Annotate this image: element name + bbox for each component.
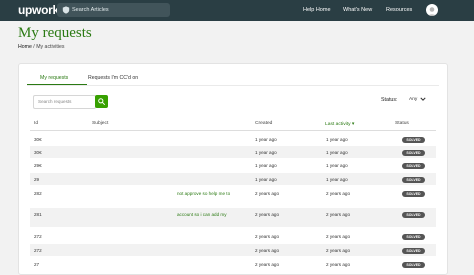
user-avatar-icon [427, 7, 437, 16]
request-created: 2 years ago [255, 234, 280, 239]
request-last-activity: 1 year ago [326, 177, 348, 182]
nav-help-home[interactable]: Help Home [303, 7, 331, 13]
table-row[interactable]: 282 not approve so help me to 2 years ago 2… [30, 187, 436, 206]
status-badge: SOLVED [402, 212, 425, 218]
request-id: 282 [34, 191, 42, 196]
table-row[interactable]: 30€ 1 year ago 1 year ago SOLVED [30, 133, 436, 145]
tab-my-requests[interactable]: My requests [40, 75, 68, 81]
breadcrumb: Home / My activities [18, 44, 64, 50]
nav-resources[interactable]: Resources [386, 7, 412, 13]
request-id: 29 [34, 177, 40, 182]
status-badge: SOLVED [402, 177, 425, 183]
request-created: 2 years ago [255, 191, 280, 196]
table-header-divider [30, 130, 436, 131]
column-header-last-activity[interactable]: Last activity ▾ [325, 121, 354, 127]
request-subject-link[interactable]: not approve so help me to [177, 191, 230, 196]
requests-card: My requests Requests I'm CC'd on Search … [18, 63, 448, 275]
search-requests-button[interactable] [95, 95, 108, 108]
request-last-activity: 2 years ago [326, 212, 351, 217]
request-last-activity: 1 year ago [326, 163, 348, 168]
chevron-down-icon [420, 97, 426, 101]
article-search[interactable]: Search Articles [57, 3, 170, 17]
request-created: 1 year ago [255, 177, 277, 182]
status-filter-value: Any [409, 97, 418, 102]
status-badge: SOLVED [402, 137, 425, 143]
request-id: 30€ [34, 137, 42, 142]
breadcrumb-home[interactable]: Home [18, 44, 32, 50]
search-requests-placeholder: Search requests [38, 99, 72, 104]
request-last-activity: 2 years ago [326, 234, 351, 239]
status-badge: SOLVED [402, 248, 425, 254]
top-nav-bar: upwork Search Articles Help Home What's … [0, 0, 474, 21]
request-created: 2 years ago [255, 212, 280, 217]
request-created: 1 year ago [255, 163, 277, 168]
page-title: My requests [18, 25, 92, 41]
table-row[interactable]: 27 2 years ago 2 years ago SOLVED [30, 258, 436, 270]
request-id: 281 [34, 212, 42, 217]
request-last-activity: 1 year ago [326, 137, 348, 142]
breadcrumb-current: My activities [36, 44, 65, 50]
upwork-logo[interactable]: upwork [18, 3, 59, 17]
request-created: 1 year ago [255, 150, 277, 155]
shield-search-icon [62, 6, 70, 14]
breadcrumb-separator: / [33, 44, 35, 50]
request-id: 272 [34, 248, 42, 253]
request-last-activity: 2 years ago [326, 191, 351, 196]
nav-whats-new[interactable]: What's New [343, 7, 372, 13]
table-row[interactable]: 29€ 1 year ago 1 year ago SOLVED [30, 159, 436, 171]
search-icon [98, 98, 105, 105]
user-avatar[interactable] [426, 4, 438, 16]
status-filter-select[interactable]: Any [404, 94, 429, 105]
request-id: 30€ [34, 150, 42, 155]
article-search-placeholder: Search Articles [72, 7, 109, 13]
tabs-divider [27, 85, 439, 86]
search-requests-input[interactable]: Search requests [33, 95, 96, 109]
status-badge: SOLVED [402, 150, 425, 156]
status-filter-label: Status: [381, 97, 398, 103]
table-row[interactable]: 30€ 1 year ago 1 year ago SOLVED [30, 146, 436, 158]
tab-ccd-requests[interactable]: Requests I'm CC'd on [88, 75, 138, 81]
request-id: 272 [34, 234, 42, 239]
request-last-activity: 1 year ago [326, 150, 348, 155]
request-last-activity: 2 years ago [326, 248, 351, 253]
status-badge: SOLVED [402, 163, 425, 169]
request-created: 2 years ago [255, 248, 280, 253]
table-row[interactable]: 281 account so i can add my 2 years ago 2 y… [30, 208, 436, 227]
request-created: 1 year ago [255, 137, 277, 142]
table-row[interactable]: 272 2 years ago 2 years ago SOLVED [30, 230, 436, 242]
request-subject-link[interactable]: account so i can add my [177, 212, 227, 217]
status-badge: SOLVED [402, 234, 425, 240]
table-row[interactable]: 29 1 year ago 1 year ago SOLVED [30, 173, 436, 185]
column-header-status[interactable]: Status [395, 121, 409, 126]
request-id: 29€ [34, 163, 42, 168]
table-row[interactable]: 272 2 years ago 2 years ago SOLVED [30, 244, 436, 256]
column-header-id[interactable]: Id [34, 121, 38, 126]
status-badge: SOLVED [402, 191, 425, 197]
column-header-created[interactable]: Created [255, 121, 272, 126]
column-header-subject[interactable]: Subject [92, 121, 108, 126]
